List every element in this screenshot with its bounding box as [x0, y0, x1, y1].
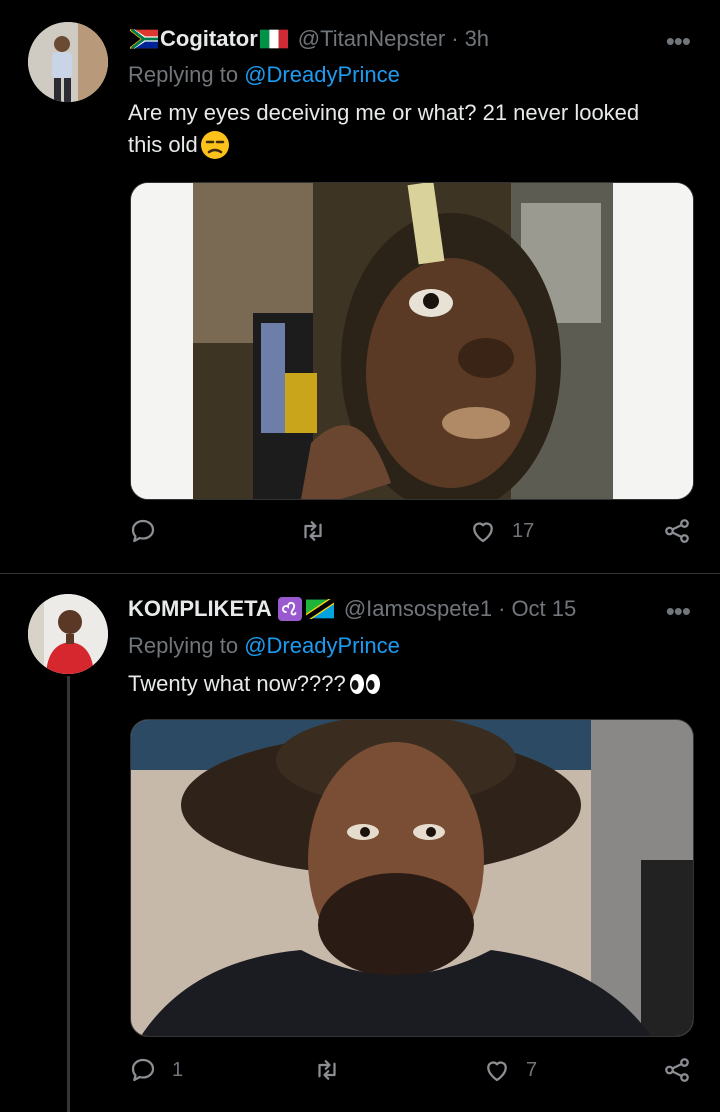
timestamp[interactable]: Oct 15	[511, 596, 576, 622]
replying-prefix: Replying to	[128, 633, 239, 658]
share-button[interactable]	[662, 1055, 692, 1085]
like-button[interactable]: 17	[468, 516, 534, 546]
mention-link[interactable]: @DreadyPrince	[244, 62, 400, 87]
tweet-text: Are my eyes deceiving me or what? 21 nev…	[128, 97, 694, 161]
unamused-face-emoji-icon	[200, 131, 229, 159]
like-count: 7	[526, 1058, 538, 1081]
replying-to: Replying to @DreadyPrince	[128, 62, 400, 88]
reply-button[interactable]: 1	[128, 1055, 183, 1085]
tanzania-flag-icon	[305, 599, 334, 619]
tweet-text-line-1: Are my eyes deceiving me or what? 21 nev…	[128, 100, 640, 125]
replying-to: Replying to @DreadyPrince	[128, 633, 400, 659]
tweet-media-image[interactable]	[130, 182, 694, 500]
avatar[interactable]	[28, 22, 108, 102]
handle[interactable]: @TitanNepster	[298, 26, 445, 52]
tweet-text-line-1: Twenty what now????	[128, 671, 346, 696]
display-name[interactable]: Cogitator	[160, 26, 258, 52]
tweet-actions: 17	[0, 516, 720, 556]
reply-icon	[131, 519, 155, 543]
avatar[interactable]	[28, 594, 108, 674]
eyes-emoji-icon	[349, 674, 380, 694]
south-africa-flag-icon	[130, 29, 158, 49]
tweet-media-image[interactable]	[130, 719, 694, 1037]
tweet-cogitator[interactable]: Cogitator @TitanNepster · 3h ••• Replyin…	[0, 0, 720, 574]
more-options-icon[interactable]: •••	[666, 596, 691, 627]
tweet-actions: 1 7	[0, 1055, 720, 1095]
timestamp[interactable]: 3h	[465, 26, 489, 52]
retweet-button[interactable]	[298, 516, 342, 546]
like-icon	[487, 1061, 507, 1082]
retweet-button[interactable]	[312, 1055, 356, 1085]
reply-count: 1	[172, 1058, 184, 1081]
more-options-icon[interactable]: •••	[666, 26, 691, 57]
handle[interactable]: @Iamsospete1	[344, 596, 492, 622]
share-button[interactable]	[662, 516, 692, 546]
retweet-icon	[318, 1060, 336, 1080]
like-button[interactable]: 7	[482, 1055, 537, 1085]
tweet-text: Twenty what now????	[128, 668, 694, 700]
reply-button[interactable]	[128, 516, 172, 546]
like-icon	[473, 522, 493, 543]
separator-dot: ·	[451, 26, 459, 51]
italy-flag-icon	[259, 29, 288, 49]
tweet-text-line-2: this old	[128, 132, 198, 157]
display-name[interactable]: KOMPLIKETA	[128, 596, 272, 622]
tweet-header: Cogitator @TitanNepster · 3h	[128, 22, 489, 56]
tweet-header: KOMPLIKETA @Iamsospete1 · Oct 15	[128, 592, 576, 626]
like-count: 17	[512, 519, 535, 542]
retweet-icon	[304, 521, 322, 541]
leo-zodiac-icon	[277, 597, 302, 621]
separator-dot: ·	[498, 596, 506, 621]
replying-prefix: Replying to	[128, 62, 239, 87]
share-icon	[665, 519, 689, 543]
tweet-kompliketa[interactable]: KOMPLIKETA @Iamsospete1 · Oct 15 ••• Rep…	[0, 574, 720, 1112]
thread-line	[67, 676, 70, 1112]
share-icon	[665, 1058, 689, 1082]
reply-icon	[131, 1058, 155, 1082]
mention-link[interactable]: @DreadyPrince	[244, 633, 400, 658]
